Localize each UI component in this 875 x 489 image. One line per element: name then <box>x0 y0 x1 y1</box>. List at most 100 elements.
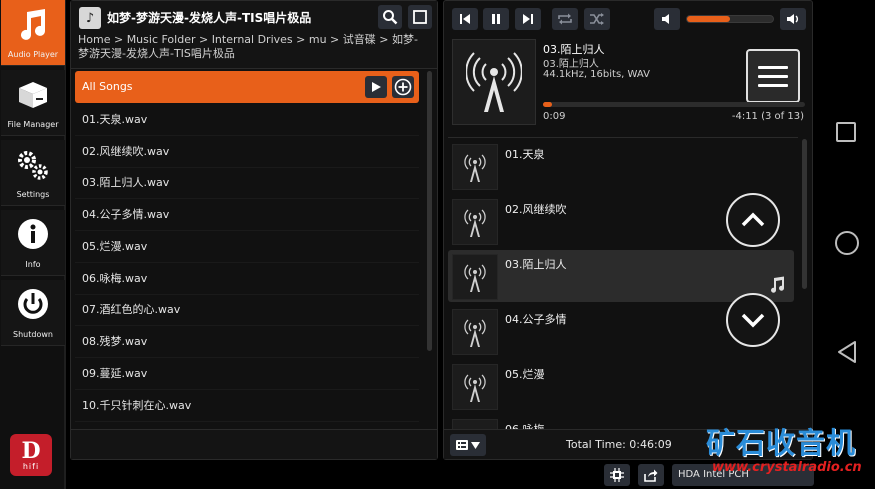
list-item[interactable]: 01.天泉.wav <box>75 104 419 136</box>
repeat-button[interactable] <box>552 8 578 30</box>
list-item[interactable]: 10.千只针刺在心.wav <box>75 390 419 422</box>
queue-scrollbar[interactable] <box>802 139 807 289</box>
browser-header: ♪ 如梦-梦游天漫-发烧人声-TIS唱片极品 Home > Music Fold… <box>71 1 437 69</box>
volume-up-icon <box>787 14 798 24</box>
radio-tower-icon <box>464 264 486 292</box>
list-item[interactable]: 05.烂漫.wav <box>75 231 419 263</box>
list-item[interactable]: 03.陌上归人.wav <box>75 167 419 199</box>
app-root: Audio Player File Manager Settings Info … <box>0 0 875 489</box>
back-button[interactable] <box>836 340 858 364</box>
total-time: Total Time: 0:46:09 <box>566 438 672 451</box>
remaining-time: -4:11 (3 of 13) <box>731 111 804 122</box>
queue-item-title: 01.天泉 <box>505 148 545 161</box>
dhifi-logo: D hifi <box>10 434 52 476</box>
pause-button[interactable] <box>483 8 509 30</box>
chevron-down-icon <box>741 313 765 328</box>
list-item[interactable]: 08.残梦.wav <box>75 326 419 358</box>
select-button[interactable] <box>408 5 432 29</box>
all-songs-label: All Songs <box>82 80 133 93</box>
previous-button[interactable] <box>452 8 478 30</box>
play-icon <box>372 82 381 92</box>
next-button[interactable] <box>515 8 541 30</box>
shuffle-button[interactable] <box>584 8 610 30</box>
share-icon <box>644 469 658 482</box>
queue-item[interactable]: 01.天泉 <box>448 140 794 192</box>
search-icon <box>383 10 398 25</box>
recents-button[interactable] <box>836 122 856 142</box>
share-button[interactable] <box>638 464 664 486</box>
play-all-button[interactable] <box>365 76 387 98</box>
repeat-icon <box>558 13 572 25</box>
volume-level <box>687 16 730 22</box>
watermark-url: www.crystalradio.cn <box>712 460 862 475</box>
caret-down-icon <box>471 441 480 449</box>
sidebar-item-shutdown[interactable]: Shutdown <box>1 280 65 346</box>
sidebar-item-label: Audio Player <box>7 50 59 59</box>
scroll-down-button[interactable] <box>726 293 780 347</box>
breadcrumb[interactable]: Home > Music Folder > Internal Drives > … <box>78 33 428 61</box>
gears-icon <box>18 151 48 180</box>
music-note-icon <box>21 9 45 40</box>
list-item[interactable]: 06.咏梅.wav <box>75 263 419 295</box>
queue-thumb <box>452 364 498 410</box>
queue-thumb <box>452 419 498 429</box>
sidebar: Audio Player File Manager Settings Info … <box>0 0 66 489</box>
sidebar-item-file-manager[interactable]: File Manager <box>1 70 65 136</box>
volume-down-button[interactable] <box>654 8 680 30</box>
folder-title: 如梦-梦游天漫-发烧人声-TIS唱片极品 <box>107 11 312 25</box>
volume-slider[interactable] <box>686 15 774 23</box>
sidebar-item-label: Settings <box>16 190 50 199</box>
player-panel: 03.陌上归人 03.陌上归人 44.1kHz, 16bits, WAV 0:0… <box>443 0 813 460</box>
play-queue: 01.天泉 02.风继续吹 03.陌上归人 04.公子多情 05.烂漫 <box>448 137 798 429</box>
album-art <box>452 39 536 125</box>
logo-letter: D <box>21 437 41 464</box>
elapsed-time: 0:09 <box>543 111 566 122</box>
all-songs-row[interactable]: All Songs <box>75 71 419 103</box>
song-list: All Songs 01.天泉.wav 02.风继续吹.wav 03.陌上归人.… <box>75 71 419 426</box>
queue-item[interactable]: 05.烂漫 <box>448 360 794 412</box>
music-folder-icon: ♪ <box>79 7 101 29</box>
add-circle-icon <box>394 78 412 96</box>
add-all-button[interactable] <box>392 76 414 98</box>
shuffle-icon <box>590 13 604 25</box>
queue-item-title: 03.陌上归人 <box>505 258 567 271</box>
sidebar-item-info[interactable]: Info <box>1 210 65 276</box>
list-item[interactable]: 09.蔓延.wav <box>75 358 419 390</box>
sidebar-item-settings[interactable]: Settings <box>1 140 65 206</box>
sidebar-item-label: File Manager <box>7 120 59 129</box>
list-view-icon <box>456 440 468 450</box>
radio-tower-icon <box>466 52 522 112</box>
browser-footer <box>71 429 437 459</box>
menu-icon-bar <box>758 65 788 69</box>
scroll-up-button[interactable] <box>726 193 780 247</box>
info-icon <box>18 219 48 249</box>
list-item[interactable]: 02.风继续吹.wav <box>75 136 419 168</box>
volume-up-button[interactable] <box>780 8 806 30</box>
search-button[interactable] <box>378 5 402 29</box>
menu-icon-bar <box>758 74 788 78</box>
sidebar-item-audio-player[interactable]: Audio Player <box>1 0 65 66</box>
list-item[interactable]: 07.酒红色的心.wav <box>75 294 419 326</box>
sidebar-item-label: Shutdown <box>13 330 53 339</box>
android-nav-bar <box>818 0 875 489</box>
menu-button[interactable] <box>746 49 800 103</box>
browser-scrollbar[interactable] <box>427 71 432 351</box>
menu-icon-bar <box>758 83 788 87</box>
audio-device-settings-button[interactable] <box>604 464 630 486</box>
view-mode-button[interactable] <box>450 434 486 456</box>
chevron-up-icon <box>741 212 765 227</box>
sidebar-item-label: Info <box>25 260 41 269</box>
now-playing-subtitle: 03.陌上归人 <box>543 59 599 70</box>
volume-down-icon <box>662 14 669 24</box>
list-item[interactable]: 04.公子多情.wav <box>75 199 419 231</box>
queue-thumb <box>452 199 498 245</box>
home-button[interactable] <box>835 231 859 255</box>
hard-drive-icon <box>19 82 47 108</box>
pause-icon <box>492 14 500 24</box>
queue-thumb <box>452 309 498 355</box>
queue-thumb <box>452 254 498 300</box>
progress-slider[interactable] <box>543 102 805 107</box>
queue-thumb <box>452 144 498 190</box>
radio-tower-icon <box>464 374 486 402</box>
radio-tower-icon <box>464 319 486 347</box>
